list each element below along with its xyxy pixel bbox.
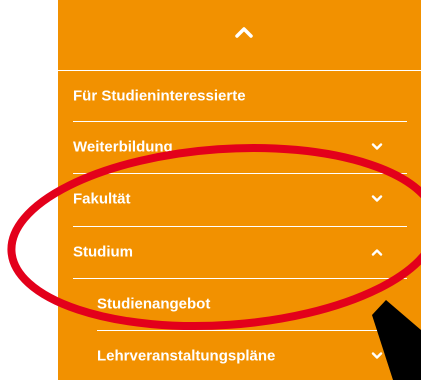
menu-item-label: Studium <box>73 243 133 261</box>
navigation-menu: Für Studieninteressierte Weiterbildung F… <box>58 0 421 380</box>
menu-item-fakultaet[interactable]: Fakultät <box>58 174 421 224</box>
menu-item-label: Studienangebot <box>97 295 211 313</box>
chevron-up-icon[interactable] <box>234 24 254 40</box>
menu-item-label: Fakultät <box>73 190 131 208</box>
menu-item-label: Für Studieninteressierte <box>73 87 246 105</box>
chevron-down-icon[interactable] <box>371 143 383 152</box>
chevron-up-icon[interactable] <box>371 248 383 257</box>
menu-item-lehrveranstaltungsplaene[interactable]: Lehrveranstaltungspläne <box>58 331 421 381</box>
chevron-down-icon[interactable] <box>371 352 383 361</box>
menu-item-fuer-studieninteressierte[interactable]: Für Studieninteressierte <box>58 71 421 121</box>
chevron-down-icon[interactable] <box>371 195 383 204</box>
menu-item-studium[interactable]: Studium <box>58 227 421 277</box>
menu-item-weiterbildung[interactable]: Weiterbildung <box>58 122 421 172</box>
menu-item-label: Lehrveranstaltungspläne <box>97 347 276 365</box>
menu-collapse-bar[interactable] <box>58 0 421 70</box>
menu-item-label: Weiterbildung <box>73 138 173 156</box>
submenu-item-studienangebot[interactable]: Studienangebot <box>58 279 421 329</box>
